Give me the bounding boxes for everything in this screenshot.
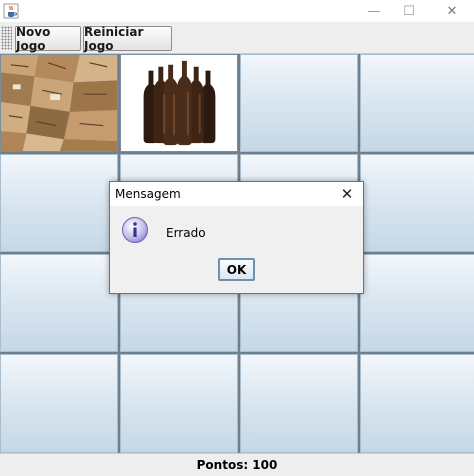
ok-button[interactable]: OK xyxy=(218,258,255,281)
info-icon xyxy=(122,217,148,243)
message-dialog: Mensagem ✕ Errado OK xyxy=(109,181,364,294)
hidden-card[interactable] xyxy=(0,154,118,252)
hidden-card[interactable] xyxy=(240,354,358,453)
card-brown-glass-bottles[interactable] xyxy=(120,54,238,152)
java-cup-icon xyxy=(3,3,19,19)
hidden-card[interactable] xyxy=(360,154,474,252)
toolbar: Novo Jogo Reiniciar Jogo xyxy=(0,22,474,54)
hidden-card[interactable] xyxy=(360,254,474,352)
toolbar-grip-handle[interactable] xyxy=(1,26,12,50)
maximize-button[interactable]: ☐ xyxy=(389,0,429,22)
hidden-card[interactable] xyxy=(120,354,238,453)
restart-game-button[interactable]: Reiniciar Jogo xyxy=(83,25,172,53)
window-close-button[interactable]: ✕ xyxy=(432,0,472,22)
status-bar: Pontos: 100 xyxy=(0,453,474,476)
dialog-titlebar: Mensagem ✕ xyxy=(110,182,363,206)
card-cardboard-boxes[interactable] xyxy=(0,54,118,152)
hidden-card[interactable] xyxy=(0,354,118,453)
dialog-title: Mensagem xyxy=(115,187,181,201)
brown-glass-bottles-image xyxy=(121,55,237,151)
new-game-button[interactable]: Novo Jogo xyxy=(15,25,81,53)
window-titlebar: — ☐ ✕ xyxy=(0,0,474,22)
hidden-card[interactable] xyxy=(360,354,474,453)
minimize-button[interactable]: — xyxy=(354,0,394,22)
hidden-card[interactable] xyxy=(0,254,118,352)
hidden-card[interactable] xyxy=(360,54,474,152)
hidden-card[interactable] xyxy=(240,54,358,152)
dialog-message: Errado xyxy=(166,226,206,240)
score-label: Pontos: 100 xyxy=(196,458,278,472)
cardboard-boxes-image xyxy=(1,55,117,151)
dialog-close-button[interactable]: ✕ xyxy=(337,183,357,205)
